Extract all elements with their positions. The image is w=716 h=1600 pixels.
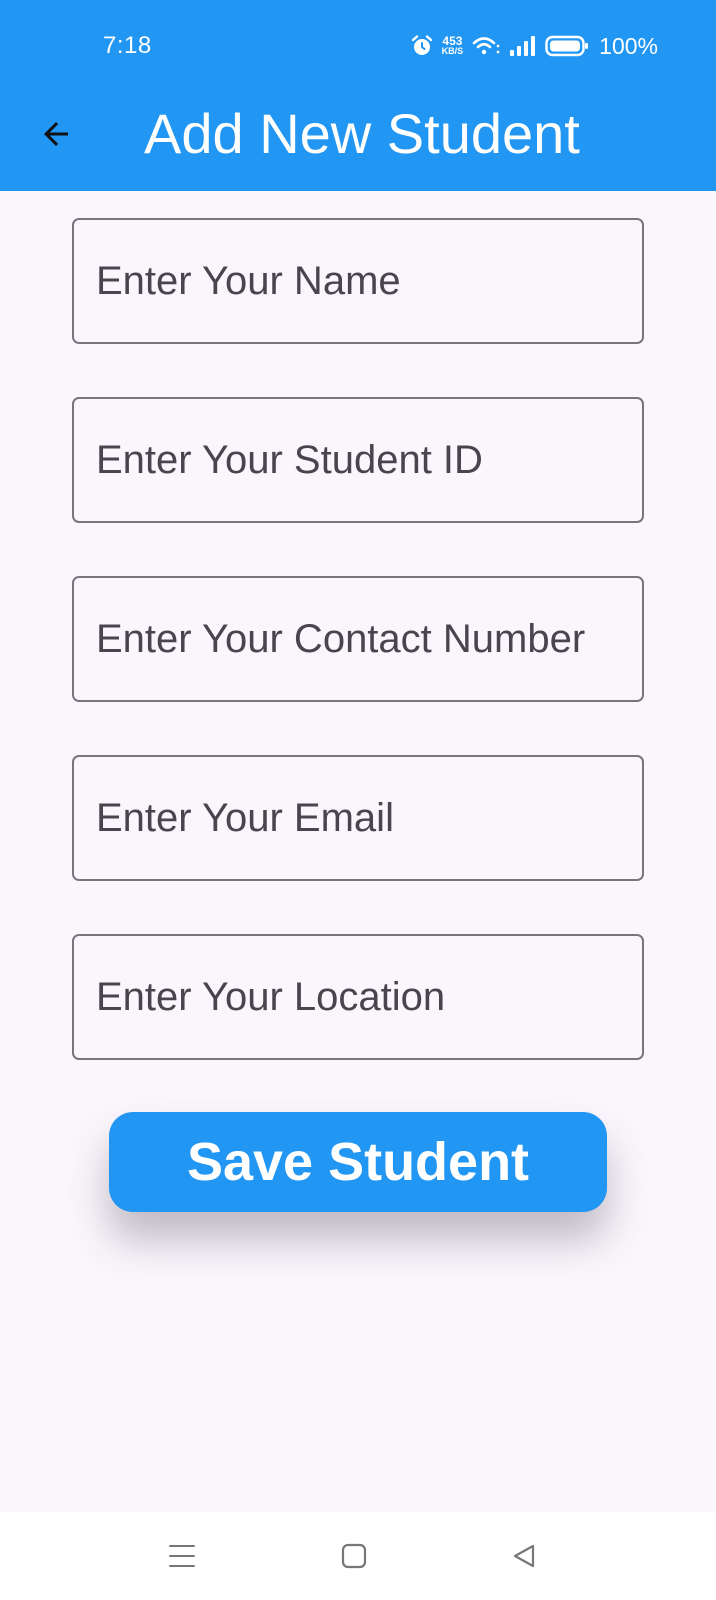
header: 7:18 453 KB/S 100% Add New Student xyxy=(0,0,716,191)
page-title: Add New Student xyxy=(144,102,580,165)
student-id-input[interactable] xyxy=(74,399,642,521)
status-bar: 7:18 453 KB/S 100% xyxy=(0,0,716,92)
net-speed: 453 KB/S xyxy=(441,34,464,56)
app-bar: Add New Student xyxy=(0,92,716,191)
nav-back-button[interactable] xyxy=(500,1532,548,1580)
save-student-button[interactable]: Save Student xyxy=(109,1112,607,1212)
status-time: 7:18 xyxy=(103,32,152,59)
add-student-form xyxy=(72,218,644,1113)
email-input[interactable] xyxy=(74,757,642,879)
app-screen: 7:18 453 KB/S 100% Add New Student Enter… xyxy=(0,0,716,1600)
back-button[interactable] xyxy=(34,112,78,156)
signal-icon xyxy=(509,35,537,57)
back-icon xyxy=(513,1544,535,1568)
alarm-icon xyxy=(410,34,434,58)
nav-menu-button[interactable] xyxy=(158,1532,206,1580)
home-icon xyxy=(341,1543,367,1569)
arrow-back-icon xyxy=(44,122,68,146)
net-speed-unit: KB/S xyxy=(441,46,464,56)
location-field[interactable] xyxy=(72,934,644,1060)
nav-home-button[interactable] xyxy=(330,1532,378,1580)
menu-icon xyxy=(169,1545,195,1567)
location-input[interactable] xyxy=(74,936,642,1058)
contact-number-input[interactable] xyxy=(74,578,642,700)
name-input[interactable] xyxy=(74,220,642,342)
net-speed-value: 453 xyxy=(442,34,463,48)
email-field[interactable] xyxy=(72,755,644,881)
system-nav-bar xyxy=(0,1512,716,1600)
status-icons: 453 KB/S 100% xyxy=(410,32,658,60)
battery-percent: 100% xyxy=(599,32,658,59)
name-field[interactable] xyxy=(72,218,644,344)
battery-icon xyxy=(545,35,589,57)
student-id-field[interactable] xyxy=(72,397,644,523)
wifi-icon xyxy=(471,34,501,58)
contact-number-field[interactable] xyxy=(72,576,644,702)
